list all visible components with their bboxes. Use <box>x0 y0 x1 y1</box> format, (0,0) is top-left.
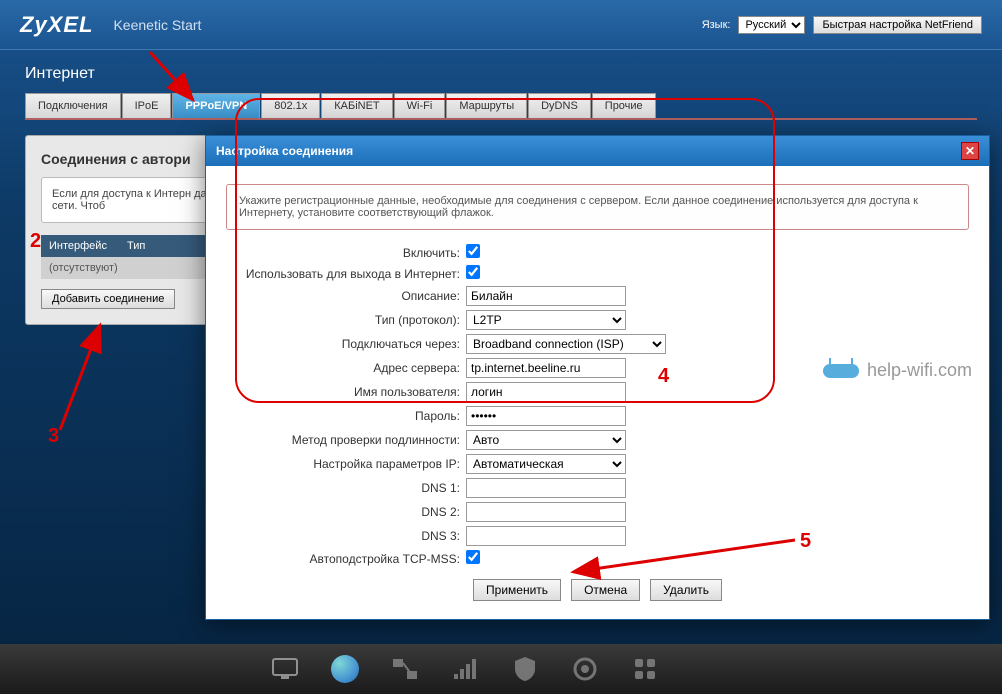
add-connection-button[interactable]: Добавить соединение <box>41 289 175 309</box>
header: ZyXEL Keenetic Start Язык: Русский Быстр… <box>0 0 1002 50</box>
dns3-input[interactable] <box>466 526 626 546</box>
connect-via-select[interactable]: Broadband connection (ISP) <box>466 334 666 354</box>
label-auth: Метод проверки подлинности: <box>226 433 466 447</box>
username-input[interactable] <box>466 382 626 402</box>
th-type: Тип <box>127 240 145 252</box>
tabs-bar: Подключения IPoE PPPoE/VPN 802.1x КАБiNE… <box>0 93 1002 118</box>
th-interface: Интерфейс <box>49 240 107 252</box>
dns2-input[interactable] <box>466 502 626 522</box>
dock-gear-icon[interactable] <box>570 654 600 684</box>
auth-method-select[interactable]: Авто <box>466 430 626 450</box>
dock-globe-icon[interactable] <box>330 654 360 684</box>
dock-apps-icon[interactable] <box>630 654 660 684</box>
lang-select[interactable]: Русский <box>738 16 805 34</box>
tab-routes[interactable]: Маршруты <box>446 93 527 118</box>
label-user: Имя пользователя: <box>226 385 466 399</box>
tab-pppoe-vpn[interactable]: PPPoE/VPN <box>172 93 260 118</box>
modal-body: Укажите регистрационные данные, необходи… <box>206 166 989 619</box>
page-title: Интернет <box>0 50 1002 93</box>
annotation-3: 3 <box>48 425 59 448</box>
tcp-mss-checkbox[interactable] <box>466 550 480 564</box>
close-icon[interactable]: ✕ <box>961 142 979 160</box>
tab-ipoe[interactable]: IPoE <box>122 93 172 118</box>
logo: ZyXEL <box>20 12 93 38</box>
cancel-button[interactable]: Отмена <box>571 579 640 601</box>
dock <box>0 644 1002 694</box>
connection-settings-modal: Настройка соединения ✕ Укажите регистрац… <box>205 135 990 620</box>
label-dns1: DNS 1: <box>226 481 466 495</box>
label-dns3: DNS 3: <box>226 529 466 543</box>
delete-button[interactable]: Удалить <box>650 579 722 601</box>
lang-area: Язык: Русский Быстрая настройка NetFrien… <box>702 16 982 34</box>
tab-kabinet[interactable]: КАБiNET <box>321 93 392 118</box>
label-mss: Автоподстройка TCP-MSS: <box>226 552 466 566</box>
label-desc: Описание: <box>226 289 466 303</box>
modal-info: Укажите регистрационные данные, необходи… <box>226 184 969 230</box>
use-internet-checkbox[interactable] <box>466 265 480 279</box>
lang-label: Язык: <box>702 19 731 31</box>
tab-connections[interactable]: Подключения <box>25 93 121 118</box>
modal-title: Настройка соединения <box>216 144 353 158</box>
tab-wifi[interactable]: Wi-Fi <box>394 93 446 118</box>
label-type: Тип (протокол): <box>226 313 466 327</box>
label-enable: Включить: <box>226 246 466 260</box>
tab-dydns[interactable]: DyDNS <box>528 93 591 118</box>
dns1-input[interactable] <box>466 478 626 498</box>
description-input[interactable] <box>466 286 626 306</box>
product-name: Keenetic Start <box>113 17 201 33</box>
label-pass: Пароль: <box>226 409 466 423</box>
server-address-input[interactable] <box>466 358 626 378</box>
label-ip: Настройка параметров IP: <box>226 457 466 471</box>
label-use-internet: Использовать для выхода в Интернет: <box>226 267 466 281</box>
modal-header: Настройка соединения ✕ <box>206 136 989 166</box>
apply-button[interactable]: Применить <box>473 579 561 601</box>
tab-underline <box>25 118 977 120</box>
dock-shield-icon[interactable] <box>510 654 540 684</box>
form: Включить: Использовать для выхода в Инте… <box>226 244 969 601</box>
label-dns2: DNS 2: <box>226 505 466 519</box>
label-server: Адрес сервера: <box>226 361 466 375</box>
dock-network-icon[interactable] <box>390 654 420 684</box>
label-via: Подключаться через: <box>226 337 466 351</box>
tab-8021x[interactable]: 802.1x <box>261 93 320 118</box>
modal-buttons: Применить Отмена Удалить <box>226 579 969 601</box>
password-input[interactable] <box>466 406 626 426</box>
dock-monitor-icon[interactable] <box>270 654 300 684</box>
enable-checkbox[interactable] <box>466 244 480 258</box>
dock-signal-icon[interactable] <box>450 654 480 684</box>
type-select[interactable]: L2TP <box>466 310 626 330</box>
ip-settings-select[interactable]: Автоматическая <box>466 454 626 474</box>
tab-other[interactable]: Прочие <box>592 93 656 118</box>
quick-setup-button[interactable]: Быстрая настройка NetFriend <box>813 16 982 34</box>
